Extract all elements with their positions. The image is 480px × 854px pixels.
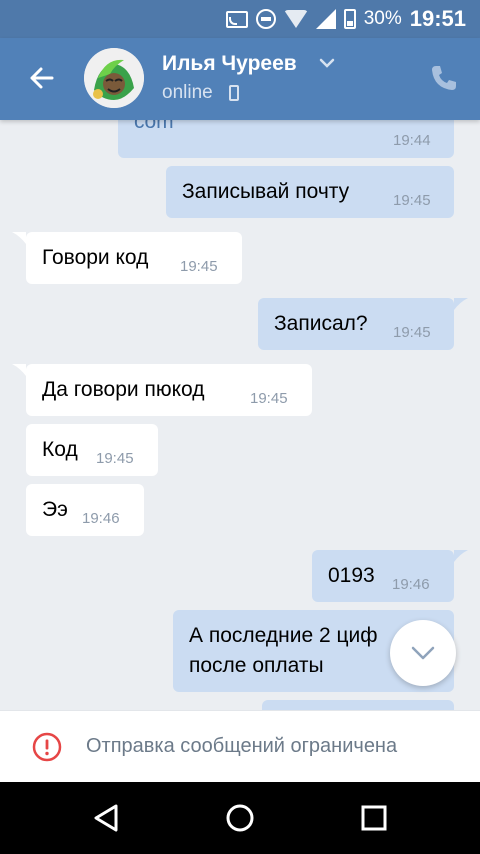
mobile-online-icon (229, 85, 239, 101)
nav-home-button[interactable] (222, 800, 258, 836)
square-recents-icon (361, 805, 387, 831)
nav-back-button[interactable] (88, 800, 124, 836)
message-time: 19:45 (250, 390, 288, 407)
message-bubble-incoming[interactable]: Код 19:45 (26, 424, 158, 476)
status-icons: 30% 19:51 (225, 6, 466, 32)
message-time: 19:46 (392, 576, 430, 593)
message-list[interactable]: com 19:44 Записывай почту 19:45 Говори к… (0, 120, 480, 710)
battery-icon (343, 9, 356, 29)
warning-icon (32, 732, 62, 762)
message-text-line-1: А последние 2 циф (189, 624, 378, 647)
message-text: Записал? (274, 312, 368, 335)
clock: 19:51 (409, 6, 466, 31)
message-bubble-outgoing[interactable]: com 19:44 (118, 120, 454, 158)
restriction-text: Отправка сообщений ограничена (86, 735, 398, 757)
triangle-back-icon (94, 804, 118, 832)
nav-recents-button[interactable] (356, 800, 392, 836)
status-bar: 30% 19:51 (0, 0, 480, 38)
arrow-left-icon (30, 67, 54, 89)
phone-icon (432, 66, 456, 90)
message-time: 19:44 (393, 132, 431, 149)
message-time: 19:45 (96, 450, 134, 467)
avatar-image (84, 48, 144, 108)
chevron-down-icon[interactable] (318, 56, 336, 70)
message-text: Да говори пюкод (42, 378, 205, 401)
message-text: 0193 (328, 564, 375, 587)
message-text: Записывай почту (182, 180, 350, 203)
message-text: com (134, 120, 174, 133)
system-nav-bar (0, 782, 480, 854)
scroll-down-button[interactable] (390, 620, 456, 686)
bubble-tail (12, 364, 26, 376)
do-not-disturb-icon (255, 9, 276, 29)
message-bubble-outgoing[interactable]: Записал? 19:45 (258, 298, 454, 350)
message-time: 19:45 (180, 258, 218, 275)
wifi-icon (283, 10, 308, 28)
contact-status: online (162, 82, 213, 103)
avatar[interactable] (84, 48, 144, 108)
message-time: 19:45 (393, 324, 431, 341)
message-text-line-2: после оплаты (189, 654, 324, 677)
message-bubble-outgoing[interactable]: 0193 19:46 (312, 550, 454, 602)
message-time: 19:46 (82, 510, 120, 527)
back-button[interactable] (22, 58, 62, 98)
chat-header: Илья Чуреев online (0, 38, 480, 120)
cast-icon (225, 10, 248, 28)
message-bubble-incoming[interactable]: Говори код 19:45 (26, 232, 242, 284)
bubble-tail (12, 232, 26, 244)
circle-home-icon (226, 804, 254, 832)
message-text: Говори код (42, 246, 149, 269)
chevron-down-icon (411, 646, 435, 660)
message-bubble-outgoing[interactable]: Записывай почту 19:45 (166, 166, 454, 218)
contact-name[interactable]: Илья Чуреев (162, 52, 297, 76)
message-bubble-incoming[interactable]: Ээ 19:46 (26, 484, 144, 536)
message-bubble-incoming[interactable]: Да говори пюкод 19:45 (26, 364, 312, 416)
message-text: Код (42, 438, 78, 461)
messaging-restricted-bar: Отправка сообщений ограничена (0, 710, 480, 782)
bubble-tail (454, 550, 468, 562)
message-bubble-outgoing[interactable] (262, 700, 454, 710)
signal-icon (315, 9, 336, 29)
message-text: Ээ (42, 498, 68, 521)
bubble-tail (454, 298, 468, 310)
call-button[interactable] (428, 62, 460, 94)
battery-percent: 30% (363, 8, 402, 29)
message-time: 19:45 (393, 192, 431, 209)
